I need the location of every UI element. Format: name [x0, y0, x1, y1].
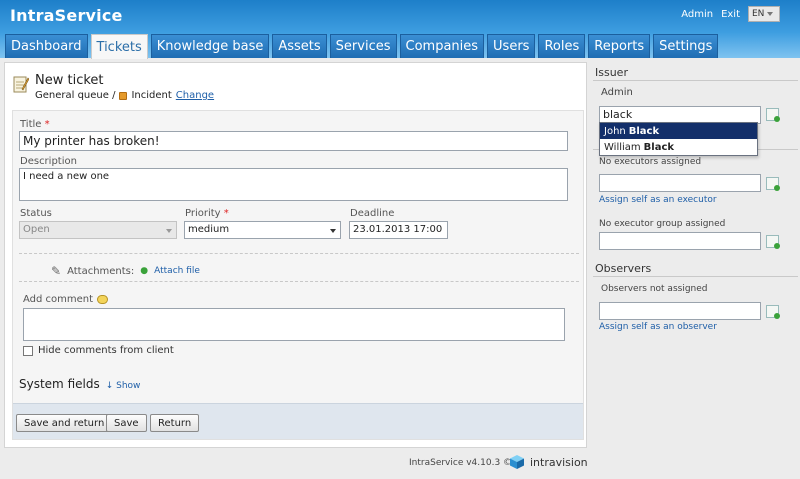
change-type-link[interactable]: Change	[176, 90, 214, 101]
plus-icon: ●	[140, 266, 149, 276]
ticket-sidebar: Issuer Admin black No executors assigned…	[593, 62, 800, 448]
deadline-input[interactable]: 23.01.2013 17:00	[349, 221, 448, 239]
save-button[interactable]: Save	[106, 414, 147, 432]
system-fields-section: System fields ↓ Show	[19, 377, 140, 391]
executor-group-input[interactable]	[599, 232, 761, 250]
autocomplete-option[interactable]: William Black	[600, 139, 757, 155]
chevron-down-icon	[166, 229, 172, 233]
hide-comments-row: Hide comments from client	[23, 345, 174, 356]
tab-knowledge-base[interactable]: Knowledge base	[150, 34, 270, 58]
add-observer-icon[interactable]	[766, 305, 780, 319]
hide-comments-checkbox[interactable]	[23, 345, 33, 356]
status-select[interactable]: Open	[19, 221, 177, 239]
attach-file-link[interactable]: Attach file	[154, 266, 200, 276]
hide-comments-label: Hide comments from client	[38, 345, 174, 356]
queue-label: General queue /	[35, 90, 116, 101]
page-title: New ticket	[35, 73, 104, 88]
incident-type-icon	[119, 91, 128, 100]
app-header: IntraService Admin Exit EN Dashboard Tic…	[0, 0, 800, 59]
status-value: Open	[23, 224, 50, 235]
comment-textarea[interactable]	[23, 308, 565, 341]
description-label: Description	[20, 156, 77, 167]
divider	[593, 276, 798, 277]
status-label: Status	[20, 208, 52, 219]
vendor-logo: intravision	[509, 454, 588, 470]
language-value: EN	[752, 9, 765, 19]
add-executor-icon[interactable]	[766, 177, 780, 191]
ticket-breadcrumb: General queue / Incident Change	[35, 90, 214, 101]
tab-assets[interactable]: Assets	[272, 34, 327, 58]
attachments-row: ✎ Attachments: ● Attach file	[51, 264, 200, 278]
cube-logo-icon	[510, 455, 524, 469]
title-label: Title *	[20, 119, 50, 130]
admin-link[interactable]: Admin	[681, 9, 713, 20]
return-button[interactable]: Return	[150, 414, 200, 432]
ticket-panel: New ticket General queue / Incident Chan…	[4, 62, 587, 448]
issuer-name: Admin	[601, 87, 633, 98]
priority-value: medium	[188, 224, 230, 235]
assign-self-observer-link[interactable]: Assign self as an observer	[599, 322, 717, 332]
add-comment-label: Add comment	[23, 294, 109, 305]
language-select[interactable]: EN	[748, 6, 780, 22]
observers-heading: Observers	[595, 262, 652, 275]
issuer-autocomplete: John Black William Black	[599, 122, 758, 156]
show-system-fields-link[interactable]: ↓ Show	[106, 381, 141, 391]
version-text: IntraService v4.10.3 ©	[409, 458, 513, 468]
tab-users[interactable]: Users	[487, 34, 536, 58]
executor-group-text: No executor group assigned	[599, 219, 726, 229]
tab-services[interactable]: Services	[329, 34, 397, 58]
issuer-heading: Issuer	[595, 66, 628, 79]
section-divider	[19, 253, 579, 254]
tab-companies[interactable]: Companies	[399, 34, 485, 58]
top-links: Admin Exit EN	[681, 6, 780, 22]
attachments-label: Attachments:	[67, 265, 135, 277]
main-tabs: Dashboard Tickets Knowledge base Assets …	[5, 34, 719, 59]
add-executor-group-icon[interactable]	[766, 235, 780, 249]
ticket-type: Incident	[131, 90, 172, 101]
tab-roles[interactable]: Roles	[538, 34, 586, 58]
tab-settings[interactable]: Settings	[653, 34, 719, 58]
priority-label: Priority *	[185, 208, 229, 219]
chevron-down-icon	[330, 229, 336, 233]
deadline-label: Deadline	[350, 208, 395, 219]
tab-reports[interactable]: Reports	[588, 34, 651, 58]
system-fields-label: System fields	[19, 377, 100, 391]
app-brand: IntraService	[10, 6, 123, 25]
comment-bubble-icon	[97, 295, 109, 304]
divider	[593, 80, 798, 81]
executors-text: No executors assigned	[599, 157, 702, 167]
executor-input[interactable]	[599, 174, 761, 192]
ticket-form: Title * My printer has broken! Descripti…	[12, 110, 584, 440]
assign-self-executor-link[interactable]: Assign self as an executor	[599, 195, 717, 205]
tab-dashboard[interactable]: Dashboard	[5, 34, 88, 58]
chevron-down-icon	[767, 12, 774, 16]
form-button-bar: Save and return Save Return	[13, 403, 583, 439]
priority-select[interactable]: medium	[184, 221, 341, 239]
tab-tickets[interactable]: Tickets	[90, 34, 148, 59]
description-input[interactable]: I need a new one	[19, 168, 568, 201]
vendor-name: intravision	[530, 455, 588, 469]
edit-note-icon	[13, 76, 29, 93]
section-divider	[19, 281, 579, 282]
autocomplete-option[interactable]: John Black	[600, 123, 757, 139]
observer-input[interactable]	[599, 302, 761, 320]
title-input[interactable]: My printer has broken!	[19, 131, 568, 151]
add-issuer-icon[interactable]	[766, 108, 780, 122]
observers-text: Observers not assigned	[601, 284, 708, 294]
paperclip-icon: ✎	[51, 264, 62, 278]
save-and-return-button[interactable]: Save and return	[16, 414, 113, 432]
exit-link[interactable]: Exit	[721, 9, 740, 20]
